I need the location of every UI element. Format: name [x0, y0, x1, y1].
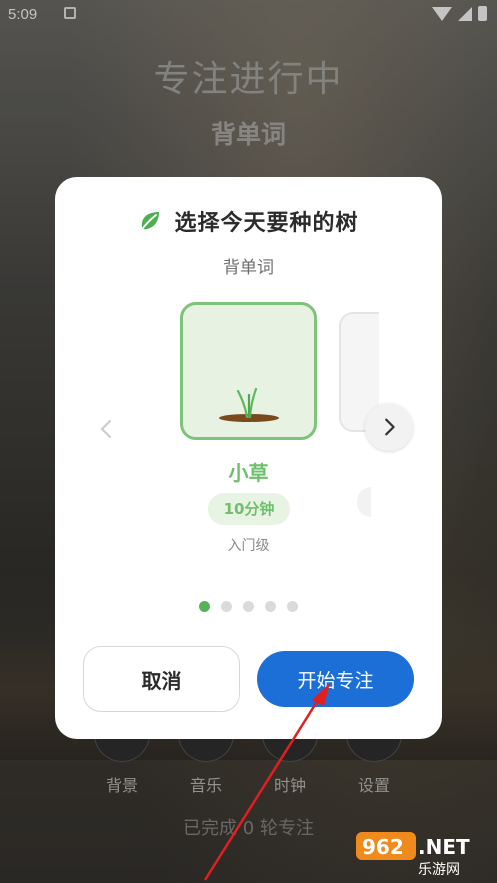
dialog-header: 选择今天要种的树 — [55, 205, 442, 237]
page-dot[interactable] — [199, 601, 210, 612]
page-indicator — [55, 601, 442, 612]
tree-next-badge-peek — [357, 487, 371, 517]
tree-select-dialog: 选择今天要种的树 背单词 小草 10分钟 入门级 取消 开始专注 — [55, 177, 442, 739]
watermark-logo: 962 .NET 乐游网 — [356, 832, 470, 878]
cancel-button[interactable]: 取消 — [83, 646, 240, 712]
page-dot[interactable] — [287, 601, 298, 612]
tree-card-selected[interactable] — [180, 302, 317, 440]
svg-text:962: 962 — [362, 835, 404, 859]
tree-level: 入门级 — [227, 538, 270, 554]
start-focus-button[interactable]: 开始专注 — [257, 651, 414, 707]
grass-sprout-icon — [219, 387, 279, 422]
svg-text:乐游网: 乐游网 — [418, 862, 460, 878]
tree-name: 小草 — [228, 461, 269, 485]
dialog-title: 选择今天要种的树 — [174, 211, 359, 236]
svg-text:.NET: .NET — [418, 835, 470, 859]
tree-duration-badge: 10分钟 — [208, 493, 290, 525]
dialog-subtitle: 背单词 — [223, 258, 274, 278]
chevron-left-icon[interactable] — [95, 417, 119, 441]
chevron-right-icon — [385, 418, 395, 436]
page-dot[interactable] — [243, 601, 254, 612]
page-dot[interactable] — [221, 601, 232, 612]
next-tree-button[interactable] — [365, 403, 413, 451]
leaf-icon — [142, 212, 160, 230]
page-dot[interactable] — [265, 601, 276, 612]
